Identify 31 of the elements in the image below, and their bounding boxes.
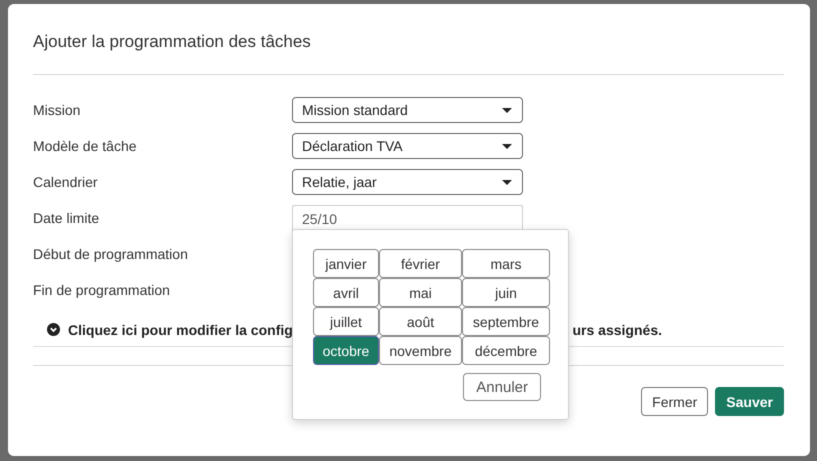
month-button[interactable]: avril — [313, 278, 379, 307]
month-button[interactable]: février — [379, 249, 462, 278]
field-label: Début de programmation — [33, 245, 189, 264]
close-button[interactable]: Fermer — [641, 387, 708, 416]
month-button[interactable]: mai — [379, 278, 462, 307]
cancel-button[interactable]: Annuler — [463, 373, 541, 401]
select-field[interactable]: Mission standard — [292, 97, 523, 123]
month-button[interactable]: septembre — [462, 307, 550, 336]
select-field[interactable]: Déclaration TVA — [292, 133, 523, 159]
caret-icon — [502, 180, 512, 184]
chevron-down-circle-icon — [47, 323, 60, 336]
month-button[interactable]: août — [379, 307, 462, 336]
field-label: Modèle de tâche — [33, 137, 138, 156]
save-button[interactable]: Sauver — [715, 387, 784, 416]
month-button[interactable]: juin — [462, 278, 550, 307]
expander-text[interactable]: Cliquez ici pour modifier la config — [68, 322, 293, 338]
month-button[interactable]: décembre — [462, 336, 550, 365]
field-label: Date limite — [33, 209, 100, 228]
select-field[interactable]: Relatie, jaar — [292, 169, 523, 195]
caret-icon — [502, 108, 512, 112]
expander-text[interactable]: urs assignés. — [572, 322, 662, 338]
month-button[interactable]: juillet — [313, 307, 379, 336]
month-button[interactable]: janvier — [313, 249, 379, 278]
dialog-title: Ajouter la programmation des tâches — [33, 4, 784, 75]
field-label: Fin de programmation — [33, 281, 171, 300]
field-label: Calendrier — [33, 173, 99, 192]
field-label: Mission — [33, 101, 82, 120]
caret-icon — [502, 144, 512, 148]
month-button[interactable]: octobre — [313, 336, 379, 365]
month-button[interactable]: mars — [462, 249, 550, 278]
month-button[interactable]: novembre — [379, 336, 462, 365]
